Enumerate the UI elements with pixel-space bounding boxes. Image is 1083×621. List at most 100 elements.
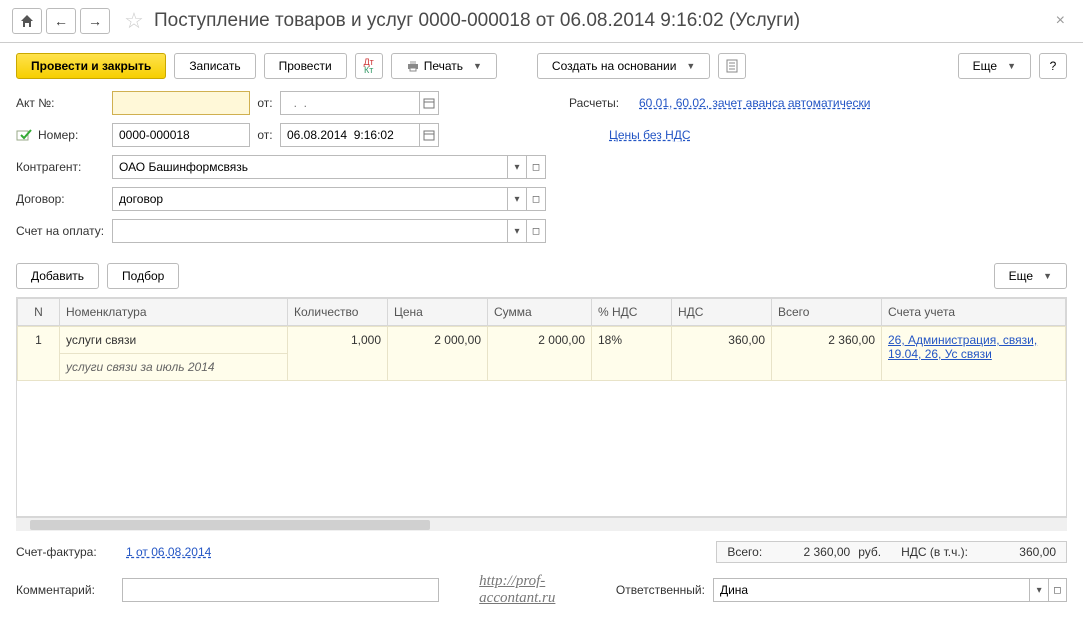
table-more-button[interactable]: Еще ▼ [994, 263, 1067, 289]
cell-price[interactable]: 2 000,00 [388, 327, 488, 381]
cell-item-sub[interactable]: услуги связи за июль 2014 [60, 354, 288, 381]
more-label: Еще [973, 59, 997, 73]
report-button[interactable] [718, 53, 746, 79]
col-total[interactable]: Всего [772, 299, 882, 326]
col-n[interactable]: N [18, 299, 60, 326]
chevron-down-icon: ▾ [514, 194, 519, 205]
contractor-input[interactable] [112, 155, 508, 179]
comment-label: Комментарий: [16, 583, 122, 597]
number-from-label: от: [250, 128, 280, 142]
dropdown-button[interactable]: ▾ [507, 187, 527, 211]
act-number-input[interactable] [112, 91, 250, 115]
print-button[interactable]: Печать ▼ [391, 53, 497, 79]
forward-button[interactable]: → [80, 8, 110, 34]
act-from-label: от: [250, 96, 280, 110]
invoice-fact-link[interactable]: 1 от 06.08.2014 [126, 545, 211, 559]
more-button[interactable]: Еще ▼ [958, 53, 1031, 79]
open-icon: ◻ [532, 162, 540, 173]
col-item[interactable]: Номенклатура [60, 299, 288, 326]
dropdown-button[interactable]: ▾ [1029, 578, 1048, 602]
dropdown-button[interactable]: ▾ [507, 155, 527, 179]
totals-box: Всего: 2 360,00 руб. НДС (в т.ч.): 360,0… [716, 541, 1067, 563]
act-label: Акт №: [16, 96, 112, 110]
chevron-down-icon: ▼ [1043, 271, 1052, 281]
dtkt-icon: ДтКт [364, 58, 374, 74]
open-icon: ◻ [532, 226, 540, 237]
col-sum[interactable]: Сумма [488, 299, 592, 326]
vat-value: 360,00 [976, 545, 1056, 559]
help-button[interactable]: ? [1039, 53, 1067, 79]
arrow-left-icon: ← [54, 13, 68, 29]
open-ref-button[interactable]: ◻ [526, 155, 546, 179]
invoice-input[interactable] [112, 219, 508, 243]
page-title: Поступление товаров и услуг 0000-000018 … [154, 10, 800, 32]
col-vatpct[interactable]: % НДС [592, 299, 672, 326]
cell-sum[interactable]: 2 000,00 [488, 327, 592, 381]
cell-qty[interactable]: 1,000 [288, 327, 388, 381]
comment-input[interactable] [122, 578, 440, 602]
open-icon: ◻ [1053, 585, 1061, 596]
back-button[interactable]: ← [46, 8, 76, 34]
report-icon [725, 59, 739, 73]
total-label: Всего: [727, 545, 762, 559]
home-icon [20, 14, 34, 28]
cell-accounts[interactable]: 26, Администрация, связи, 19.04, 26, Ус … [882, 327, 1066, 381]
cell-total[interactable]: 2 360,00 [772, 327, 882, 381]
cell-vat[interactable]: 360,00 [672, 327, 772, 381]
chevron-down-icon: ▾ [514, 226, 519, 237]
col-vat[interactable]: НДС [672, 299, 772, 326]
calendar-button[interactable] [419, 91, 439, 115]
table-more-label: Еще [1009, 269, 1033, 283]
horizontal-scrollbar[interactable] [16, 517, 1067, 531]
chevron-down-icon: ▼ [686, 61, 695, 71]
col-price[interactable]: Цена [388, 299, 488, 326]
chevron-down-icon: ▾ [1037, 585, 1042, 596]
contract-input[interactable] [112, 187, 508, 211]
post-and-close-button[interactable]: Провести и закрыть [16, 53, 166, 79]
home-button[interactable] [12, 8, 42, 34]
open-ref-button[interactable]: ◻ [526, 219, 546, 243]
post-button[interactable]: Провести [264, 53, 347, 79]
settlements-link[interactable]: 60.01, 60.02, зачет аванса автоматически [639, 96, 870, 110]
create-based-button[interactable]: Создать на основании ▼ [537, 53, 710, 79]
vat-label: НДС (в т.ч.): [901, 545, 968, 559]
responsible-label: Ответственный: [616, 583, 705, 597]
total-value: 2 360,00 [770, 545, 850, 559]
invoice-label: Счет на оплату: [16, 224, 112, 238]
calendar-icon [423, 129, 435, 141]
arrow-right-icon: → [88, 13, 102, 29]
calendar-button[interactable] [419, 123, 439, 147]
invoice-fact-label: Счет-фактура: [16, 545, 126, 559]
col-accounts[interactable]: Счета учета [882, 299, 1066, 326]
watermark-text: http://prof-accontant.ru [479, 573, 616, 607]
number-input[interactable] [112, 123, 250, 147]
cell-n: 1 [18, 327, 60, 381]
calendar-icon [423, 97, 435, 109]
cell-vatpct[interactable]: 18% [592, 327, 672, 381]
act-date-input[interactable] [280, 91, 420, 115]
close-button[interactable]: × [1050, 12, 1071, 30]
add-row-button[interactable]: Добавить [16, 263, 99, 289]
cell-item[interactable]: услуги связи [60, 327, 288, 354]
items-table[interactable]: N Номенклатура Количество Цена Сумма % Н… [16, 297, 1067, 517]
create-based-label: Создать на основании [552, 59, 677, 73]
accounts-link[interactable]: 26, Администрация, связи, 19.04, 26, Ус … [888, 333, 1037, 361]
col-qty[interactable]: Количество [288, 299, 388, 326]
currency-label: руб. [858, 545, 881, 559]
dtkt-button[interactable]: ДтКт [355, 53, 383, 79]
responsible-input[interactable] [713, 578, 1031, 602]
open-ref-button[interactable]: ◻ [1048, 578, 1067, 602]
posted-status-icon [16, 128, 32, 142]
scrollbar-thumb[interactable] [30, 520, 430, 530]
save-button[interactable]: Записать [174, 53, 255, 79]
dropdown-button[interactable]: ▾ [507, 219, 527, 243]
open-ref-button[interactable]: ◻ [526, 187, 546, 211]
pick-button[interactable]: Подбор [107, 263, 179, 289]
favorite-star-icon[interactable]: ☆ [122, 9, 146, 33]
number-label: Номер: [38, 128, 112, 142]
date-input[interactable] [280, 123, 420, 147]
prices-link[interactable]: Цены без НДС [609, 128, 691, 142]
table-row[interactable]: 1 услуги связи 1,000 2 000,00 2 000,00 1… [18, 327, 1066, 354]
chevron-down-icon: ▼ [1007, 61, 1016, 71]
contractor-label: Контрагент: [16, 160, 112, 174]
